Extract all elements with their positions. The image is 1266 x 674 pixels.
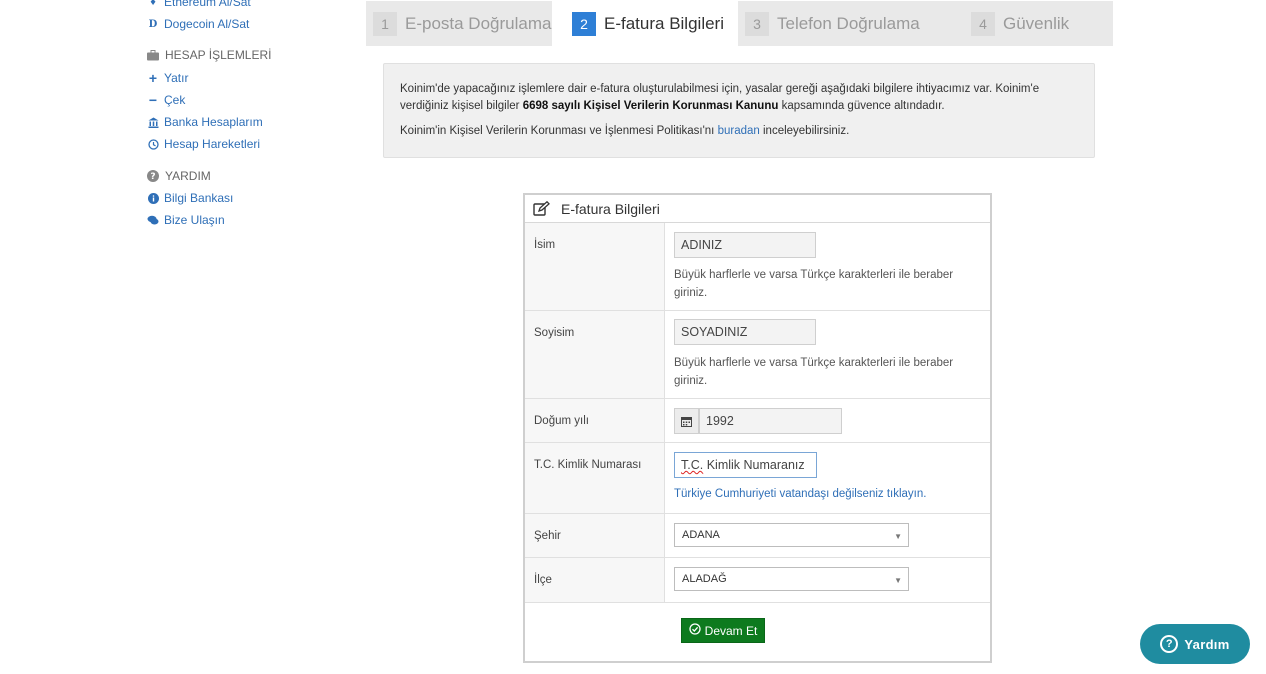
history-icon: [147, 138, 159, 150]
district-selected-value: ALADAĞ: [682, 573, 727, 585]
surname-input[interactable]: SOYADINIZ: [674, 319, 816, 345]
sidebar-item-label: Bilgi Bankası: [164, 191, 234, 205]
dogecoin-icon: D: [148, 18, 158, 30]
non-citizen-link[interactable]: Türkiye Cumhuriyeti vatandaşı değilseniz…: [674, 488, 926, 500]
step-label: Telefon Doğrulama: [777, 13, 920, 33]
district-select[interactable]: ALADAĞ ▼: [674, 567, 909, 591]
step-number: 3: [745, 11, 769, 36]
sidebar-item-label: Bize Ulaşın: [164, 213, 225, 227]
step-label: Güvenlik: [1003, 13, 1070, 33]
form-row-tc-id: T.C. Kimlik Numarası T.C. Kimlik Numaran…: [525, 443, 990, 514]
name-input[interactable]: ADINIZ: [674, 232, 816, 258]
chevron-down-icon: ▼: [894, 576, 902, 585]
sidebar-item-bank-accounts[interactable]: Banka Hesaplarım: [147, 115, 263, 129]
svg-text:?: ?: [150, 172, 155, 182]
plus-icon: +: [148, 70, 158, 86]
city-select[interactable]: ADANA ▼: [674, 523, 909, 547]
tc-id-label: T.C. Kimlik Numarası: [525, 443, 665, 513]
policy-link[interactable]: buradan: [718, 125, 760, 137]
sidebar-item-label: Yatır: [164, 71, 189, 85]
step-phone-verification[interactable]: 3 Telefon Doğrulama: [738, 1, 958, 46]
sidebar-item-label: Ethereum Al/Sat: [164, 0, 251, 9]
name-label: İsim: [525, 223, 665, 310]
calendar-icon[interactable]: [674, 408, 699, 434]
form-row-surname: Soyisim SOYADINIZ Büyük harflerle ve var…: [525, 311, 990, 399]
question-icon: ?: [1160, 635, 1179, 653]
step-label: E-posta Doğrulama: [405, 13, 552, 33]
sidebar-section-title: HESAP İŞLEMLERİ: [165, 48, 272, 62]
sidebar-item-withdraw[interactable]: − Çek: [147, 92, 185, 108]
info-paragraph: Koinim'in Kişisel Verilerin Korunması ve…: [400, 123, 1078, 140]
sidebar-item-dogecoin[interactable]: D Dogecoin Al/Sat: [147, 17, 250, 31]
sidebar-section-account: HESAP İŞLEMLERİ: [147, 48, 272, 62]
sidebar-item-label: Banka Hesaplarım: [164, 115, 263, 129]
info-text: kapsamında güvence altındadır.: [778, 100, 945, 112]
info-text: inceleyebilirsiniz.: [759, 125, 850, 137]
birth-year-label: Doğum yılı: [525, 399, 665, 442]
tc-abbr: T.C.: [681, 458, 704, 472]
ethereum-icon: ♦: [150, 0, 156, 8]
sidebar-item-label: Dogecoin Al/Sat: [164, 17, 250, 31]
step-label: E-fatura Bilgileri: [604, 13, 724, 33]
sidebar-item-ethereum[interactable]: ♦ Ethereum Al/Sat: [147, 0, 251, 9]
briefcase-icon: [147, 49, 159, 61]
sidebar-item-contact[interactable]: Bize Ulaşın: [147, 213, 225, 227]
e-invoice-form: E-fatura Bilgileri İsim ADINIZ Büyük har…: [523, 193, 992, 663]
form-row-birth-year: Doğum yılı 1992: [525, 399, 990, 443]
minus-icon: −: [148, 92, 158, 108]
info-law-name: 6698 sayılı Kişisel Verilerin Korunması …: [522, 100, 779, 112]
step-number: 4: [971, 11, 995, 36]
surname-label: Soyisim: [525, 311, 665, 398]
step-security[interactable]: 4 Güvenlik: [970, 1, 1113, 46]
name-hint: Büyük harflerle ve varsa Türkçe karakter…: [674, 269, 954, 299]
sidebar-item-deposit[interactable]: + Yatır: [147, 70, 189, 86]
continue-button-label: Devam Et: [704, 623, 758, 638]
check-circle-icon: [689, 623, 701, 638]
form-header: E-fatura Bilgileri: [525, 195, 990, 223]
info-icon: [147, 192, 159, 204]
form-row-district: İlçe ALADAĞ ▼: [525, 558, 990, 603]
help-button-label: Yardım: [1184, 636, 1230, 652]
step-e-invoice[interactable]: 2 E-fatura Bilgileri: [552, 1, 738, 46]
form-row-name: İsim ADINIZ Büyük harflerle ve varsa Tür…: [525, 223, 990, 311]
tc-placeholder: Kimlik Numaranız: [703, 458, 805, 472]
city-selected-value: ADANA: [682, 529, 720, 541]
sidebar: ♦ Ethereum Al/Sat D Dogecoin Al/Sat HESA…: [0, 0, 340, 674]
question-icon: ?: [147, 170, 159, 182]
sidebar-section-title: YARDIM: [165, 169, 211, 183]
sidebar-item-label: Çek: [164, 93, 186, 107]
city-label: Şehir: [525, 514, 665, 557]
edit-icon: [533, 200, 551, 218]
district-label: İlçe: [525, 558, 665, 602]
kvkk-info-box: Koinim'de yapacağınız işlemlere dair e-f…: [383, 63, 1095, 158]
sidebar-item-label: Hesap Hareketleri: [164, 137, 261, 151]
help-button[interactable]: ? Yardım: [1140, 624, 1250, 664]
bank-icon: [147, 117, 159, 128]
continue-button[interactable]: Devam Et: [681, 618, 765, 643]
step-number: 2: [572, 11, 596, 36]
surname-hint: Büyük harflerle ve varsa Türkçe karakter…: [674, 357, 954, 387]
info-paragraph: Koinim'de yapacağınız işlemlere dair e-f…: [400, 81, 1078, 115]
birth-year-input[interactable]: 1992: [699, 408, 842, 434]
form-row-city: Şehir ADANA ▼: [525, 514, 990, 558]
info-text: Koinim'in Kişisel Verilerin Korunması ve…: [400, 125, 718, 137]
tc-id-input[interactable]: T.C. Kimlik Numaranız: [674, 452, 817, 478]
chevron-down-icon: ▼: [894, 532, 902, 541]
form-title: E-fatura Bilgileri: [561, 200, 660, 217]
step-tabs: 1 E-posta Doğrulama 2 E-fatura Bilgileri…: [366, 1, 1113, 46]
step-number: 1: [373, 11, 397, 36]
sidebar-section-help: ? YARDIM: [147, 169, 211, 183]
step-email-verification[interactable]: 1 E-posta Doğrulama: [366, 1, 552, 46]
sidebar-item-knowledge-base[interactable]: Bilgi Bankası: [147, 191, 233, 205]
chat-icon: [147, 215, 159, 226]
sidebar-item-account-history[interactable]: Hesap Hareketleri: [147, 137, 260, 151]
